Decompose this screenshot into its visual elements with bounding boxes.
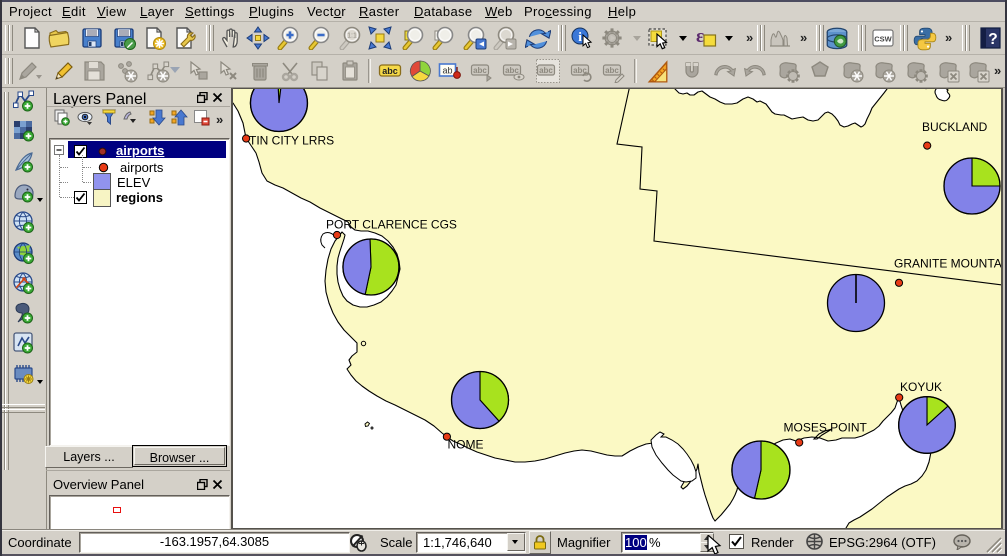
svg-text:1:1: 1:1 — [347, 33, 357, 40]
svg-text:abc: abc — [473, 66, 487, 75]
svg-text:ab: ab — [442, 66, 452, 76]
svg-text:ε: ε — [696, 26, 704, 47]
svg-text:TIN CITY LRRS: TIN CITY LRRS — [249, 134, 334, 148]
svg-text:abc: abc — [605, 66, 619, 75]
svg-text:MOSES POINT: MOSES POINT — [784, 421, 868, 435]
svg-text:CSW: CSW — [874, 35, 892, 44]
svg-text:BUCKLAND: BUCKLAND — [922, 120, 988, 134]
svg-text:NOME: NOME — [448, 438, 484, 452]
svg-text:PORT CLARENCE CGS: PORT CLARENCE CGS — [326, 218, 457, 232]
svg-text:GRANITE MOUNTAIN: GRANITE MOUNTAIN — [894, 257, 1001, 271]
svg-text:abc: abc — [539, 66, 553, 75]
svg-text:abc: abc — [382, 66, 398, 76]
svg-text:KOYUK: KOYUK — [900, 380, 942, 394]
svg-text:?: ? — [988, 31, 997, 48]
svg-text:abc: abc — [505, 66, 519, 75]
svg-text:i: i — [578, 29, 582, 44]
